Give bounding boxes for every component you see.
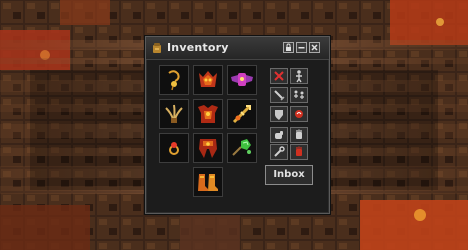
demon-legs-icon: [199, 139, 217, 158]
minimize-icon: [298, 47, 305, 49]
minimize-button[interactable]: [296, 42, 307, 53]
tool-icon: [274, 146, 285, 157]
close-button[interactable]: [309, 42, 320, 53]
armor-slot[interactable]: [193, 99, 223, 129]
left-hand-slot[interactable]: [159, 99, 189, 129]
golden-boots-icon: [198, 174, 218, 191]
window-title: Inventory: [167, 41, 229, 54]
stand-stance-button[interactable]: [290, 68, 308, 84]
skills-button[interactable]: [270, 127, 288, 143]
demon-armor-icon: [198, 105, 218, 123]
backpack-icon: [153, 43, 161, 53]
hand-stop-icon: [296, 129, 302, 139]
red-swirl-icon: [295, 110, 303, 118]
right-hand-slot[interactable]: [227, 99, 257, 129]
follow-button[interactable]: [290, 87, 308, 103]
chase-button[interactable]: [290, 106, 308, 122]
options-button[interactable]: [270, 144, 288, 160]
stop-attack-button[interactable]: [270, 68, 288, 84]
boots-slot[interactable]: [193, 167, 223, 197]
lock-button[interactable]: [283, 42, 294, 53]
inventory-window[interactable]: Inventory Inbox: [145, 36, 330, 214]
secure-mode-button[interactable]: [290, 127, 308, 143]
lock-icon: [286, 43, 291, 51]
helmet-slot[interactable]: [193, 65, 223, 95]
defense-button[interactable]: [270, 106, 288, 122]
title-bar[interactable]: Inventory: [146, 37, 329, 60]
golden-wand-icon: [232, 104, 252, 124]
sword-icon: [274, 90, 285, 101]
backpack-slot[interactable]: [227, 65, 257, 95]
green-crystal-icon: [232, 139, 251, 156]
claw-weapon-icon: [165, 104, 183, 123]
amulet-slot[interactable]: [159, 65, 189, 95]
red-cross-icon: [274, 71, 284, 81]
shield-icon: [275, 110, 283, 120]
winged-backpack-icon: [231, 73, 253, 86]
amulet-icon: [168, 70, 180, 91]
inbox-button[interactable]: Inbox: [265, 165, 313, 185]
ring-icon: [169, 142, 179, 155]
standing-figure-icon: [296, 70, 302, 83]
red-hand-icon: [296, 146, 302, 156]
ring-slot[interactable]: [159, 133, 189, 163]
full-attack-button[interactable]: [270, 87, 288, 103]
legs-slot[interactable]: [193, 133, 223, 163]
two-figures-icon: [294, 90, 304, 99]
demon-helmet-icon: [199, 71, 217, 87]
ammo-slot[interactable]: [227, 133, 257, 163]
pvp-mode-button[interactable]: [290, 144, 308, 160]
fist-icon: [275, 131, 283, 139]
close-icon: [311, 44, 318, 51]
